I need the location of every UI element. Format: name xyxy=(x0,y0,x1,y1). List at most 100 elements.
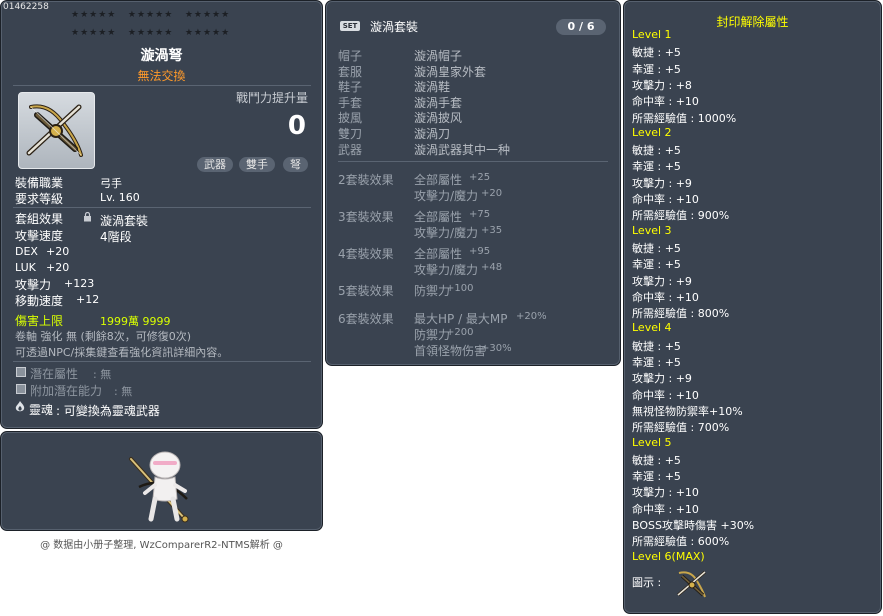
set-bonus-value: +30% xyxy=(481,343,512,354)
set-bonus-value: +95 xyxy=(469,246,491,257)
seal-level-stat: 命中率 : +10 xyxy=(632,388,699,402)
set-bonus-label: 2套裝效果 xyxy=(338,173,394,187)
set-part-name: 漩渦鞋 xyxy=(414,80,451,95)
character-sprite xyxy=(129,451,189,523)
attack-speed-label: 攻擊速度 xyxy=(15,229,64,243)
lock-icon xyxy=(84,212,91,222)
seal-level-stat: 敏捷 : +5 xyxy=(632,46,681,60)
set-bonus-stat: 攻擊力/魔力 xyxy=(414,263,479,277)
set-part-name: 漩渦手套 xyxy=(414,95,463,110)
gem-socket-icon xyxy=(16,367,26,377)
soul-label: 靈魂 xyxy=(29,403,54,417)
stat-value-dex: +20 xyxy=(46,245,70,258)
set-part-slot: 帽子 xyxy=(338,49,363,63)
set-bonus-value: +75 xyxy=(469,209,491,220)
set-part-name: 漩渦帽子 xyxy=(414,49,463,63)
seal-level-heading: Level 4 xyxy=(632,321,672,335)
job-label: 裝備職業 xyxy=(15,176,64,190)
set-effect-value: 漩渦套裝 xyxy=(100,214,149,228)
damage-cap-label: 傷害上限 xyxy=(15,314,64,328)
seal-level-stat: 敏捷 : +5 xyxy=(632,453,681,467)
seal-level-stat: 幸運 : +5 xyxy=(632,258,681,272)
set-bonus-stat: 攻擊力/魔力 xyxy=(414,226,479,240)
combat-power-label: 戰鬥力提升量 xyxy=(235,91,308,105)
stat-name-move-speed: 移動速度 xyxy=(15,294,64,308)
star-force-row-2: ★★★★★ ★★★★★ ★★★★★ xyxy=(71,28,231,38)
tag-two-handed: 雙手 xyxy=(239,157,275,172)
set-effect-label: 套組效果 xyxy=(15,212,64,226)
seal-level-stat: 幸運 : +5 xyxy=(632,356,681,369)
seal-level-stat: 命中率 : +10 xyxy=(632,502,699,516)
seal-level-heading: Level 6(MAX) xyxy=(632,549,705,563)
set-bonus-label: 6套裝效果 xyxy=(338,312,394,326)
seal-level-heading: Level 3 xyxy=(632,223,672,237)
seal-level-stat: 幸運 : +5 xyxy=(632,62,681,76)
level-value: Lv. 160 xyxy=(100,191,140,204)
seal-level-stat: 攻擊力 : +8 xyxy=(632,78,692,92)
set-bonus-stat: 攻擊力/魔力 xyxy=(414,189,479,203)
stat-name-dex: DEX xyxy=(15,245,38,258)
stat-name-attack: 攻擊力 xyxy=(15,278,52,292)
seal-level-heading: Level 1 xyxy=(632,28,672,41)
crossbow-icon xyxy=(26,104,83,157)
stat-name-luk: LUK xyxy=(15,261,36,274)
set-bonus-value: +35 xyxy=(481,225,503,236)
set-part-slot: 鞋子 xyxy=(338,80,363,95)
enhance-info-hint: 可透過NPC/採集鍵查看強化資訊詳細內容。 xyxy=(15,346,229,359)
set-part-name: 漩渦皇家外套 xyxy=(414,64,487,79)
item-tooltip-panel: 01462258 ★★★★★ ★★★★★ ★★★★★ ★★★★★ ★★★★★ ★… xyxy=(0,0,323,429)
seal-level-stat: 所需經驗值 : 600% xyxy=(632,535,730,549)
combat-power-value: 0 xyxy=(287,111,306,141)
job-value: 弓手 xyxy=(100,177,122,190)
seal-level-stat: 所需經驗值 : 1000% xyxy=(632,111,737,125)
seal-release-panel: 封印解除屬性 Level 1 敏捷 : +5 幸運 : +5 攻擊力 : +8 命中率 … xyxy=(623,0,882,614)
set-bonus-value: +48 xyxy=(481,262,503,273)
set-bonus-value: +100 xyxy=(446,283,474,294)
seal-level-stat: 所需經驗值 : 700% xyxy=(632,421,730,435)
set-bonus-stat: 首領怪物伤害 xyxy=(414,344,487,358)
set-bonus-stat: 最大HP / 最大MP xyxy=(414,312,508,326)
crossbow-icon xyxy=(677,570,706,598)
tag-crossbow: 弩 xyxy=(283,157,308,172)
seal-level-stat: 幸運 : +5 xyxy=(632,470,681,484)
seal-level-stat: 攻擊力 : +9 xyxy=(632,176,692,190)
damage-cap-value: 1999萬 9999 xyxy=(100,315,171,328)
set-badge: SET xyxy=(340,21,360,31)
additional-potential-value: : 無 xyxy=(114,385,133,398)
seal-level-stat: 幸運 : +5 xyxy=(632,160,681,174)
seal-level-stat: 命中率 : +10 xyxy=(632,193,699,206)
set-bonus-stat: 全部屬性 xyxy=(414,210,463,224)
seal-level-stat: 命中率 : +10 xyxy=(632,290,699,304)
seal-level-stat: 無視怪物防禦率+10% xyxy=(632,404,743,418)
item-code: 01462258 xyxy=(3,2,49,12)
set-bonus-label: 3套裝效果 xyxy=(338,210,394,224)
set-bonus-value: +200 xyxy=(446,327,474,338)
potential-label: 潛在屬性 xyxy=(30,367,79,381)
seal-level-stat: 所需經驗值 : 800% xyxy=(632,307,730,321)
set-bonus-value: +25 xyxy=(469,172,491,183)
trade-status: 無法交換 xyxy=(137,69,186,83)
set-bonus-value: +20% xyxy=(516,311,547,322)
set-bonus-label: 4套裝效果 xyxy=(338,247,394,261)
stat-value-move-speed: +12 xyxy=(76,293,100,306)
item-icon-frame xyxy=(18,92,95,169)
seal-level-stat: 敏捷 : +5 xyxy=(632,241,681,255)
seal-level-stat: 敏捷 : +5 xyxy=(632,339,681,353)
set-bonus-stat: 防禦力 xyxy=(414,284,451,298)
scroll-upgrade-info: 卷軸 強化 無 (剩餘8次，可修復0次) xyxy=(15,330,192,343)
seal-icon-label: 圖示 : xyxy=(632,576,662,589)
seal-level-stat: 攻擊力 : +9 xyxy=(632,274,692,288)
set-part-name: 漩渦武器其中一种 xyxy=(414,142,511,157)
set-part-slot: 雙刀 xyxy=(338,127,363,141)
potential-value: : 無 xyxy=(93,368,112,381)
set-part-name: 漩渦刀 xyxy=(414,127,451,141)
set-piece-counter: 0 / 6 xyxy=(556,19,606,35)
set-bonus-label: 5套裝效果 xyxy=(338,284,394,298)
seal-level-stat: BOSS攻擊時傷害 +30% xyxy=(632,519,755,532)
set-part-slot: 披風 xyxy=(338,111,363,126)
star-force-row-1: ★★★★★ ★★★★★ ★★★★★ xyxy=(71,10,231,20)
set-name: 漩渦套裝 xyxy=(370,20,419,34)
stat-value-attack: +123 xyxy=(64,277,95,290)
flame-icon xyxy=(15,401,25,412)
seal-level-stat: 所需經驗值 : 900% xyxy=(632,209,730,223)
